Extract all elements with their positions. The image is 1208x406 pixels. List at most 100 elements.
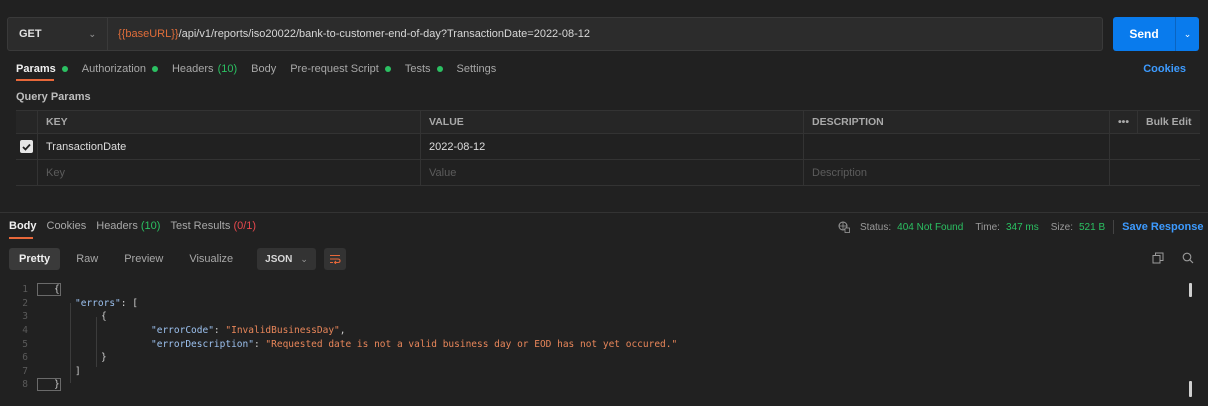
size-label: Size: — [1050, 221, 1073, 233]
json-string: "Requested date is not a valid business … — [265, 338, 678, 350]
checkmark-icon — [22, 143, 31, 151]
language-select[interactable]: JSON ⌄ — [257, 248, 316, 270]
url-input[interactable]: {{baseURL}}/api/v1/reports/iso20022/bank… — [108, 28, 590, 40]
tab-tests[interactable]: Tests — [405, 63, 443, 75]
new-value-input[interactable]: Value — [421, 160, 804, 185]
line-number: 7 — [22, 365, 28, 377]
format-visualize-button[interactable]: Visualize — [179, 248, 243, 270]
status-dot-icon — [436, 66, 443, 72]
tab-pre-request-script[interactable]: Pre-request Script — [290, 63, 391, 75]
body-actions — [1152, 252, 1194, 264]
code-line: 5 "errorDescription": "Requested date is … — [0, 337, 1208, 351]
method-select[interactable]: GET ⌄ — [8, 18, 108, 50]
request-tabs: Params Authorization Headers (10) Body Pr… — [16, 63, 496, 75]
param-value[interactable]: 2022-08-12 — [421, 134, 804, 159]
send-button[interactable]: Send ⌄ — [1113, 17, 1199, 51]
status-dot-icon — [61, 66, 68, 72]
new-description-input[interactable]: Description — [804, 160, 1110, 185]
search-icon[interactable] — [1182, 252, 1194, 264]
code-line: 2 "errors": [ — [0, 297, 1208, 311]
response-tab-test-results[interactable]: Test Results (0/1) — [170, 220, 256, 232]
tab-settings[interactable]: Settings — [457, 63, 497, 75]
header-value: VALUE — [421, 111, 804, 133]
code-text: { — [37, 283, 61, 297]
response-body-code[interactable]: 1{ 2 "errors": [ 3{ 4 "errorCode": "Invali… — [0, 283, 1208, 392]
code-text: , — [339, 325, 346, 337]
code-line: 4 "errorCode": "InvalidBusinessDay", — [0, 324, 1208, 338]
tab-pre-request-label: Pre-request Script — [290, 63, 379, 75]
method-label: GET — [19, 28, 42, 40]
row-checkbox-cell — [16, 134, 38, 159]
copy-icon[interactable] — [1152, 252, 1164, 264]
response-tab-headers[interactable]: Headers (10) — [96, 220, 160, 232]
globe-network-icon[interactable] — [838, 221, 850, 233]
send-label: Send — [1129, 27, 1159, 41]
code-line: 6} — [0, 351, 1208, 365]
save-response-button[interactable]: Save Response ⌄ — [1122, 221, 1208, 233]
url-variable: {{baseURL}} — [118, 28, 179, 40]
param-key[interactable]: TransactionDate — [38, 134, 421, 159]
params-table: KEY VALUE DESCRIPTION ••• Bulk Edit Tran… — [16, 110, 1200, 186]
test-results-count: (0/1) — [233, 220, 257, 232]
tab-params-label: Params — [16, 63, 56, 75]
language-label: JSON — [265, 253, 293, 265]
code-line: 7] — [0, 365, 1208, 379]
size-value[interactable]: 521 B — [1079, 222, 1105, 233]
line-number: 1 — [22, 284, 28, 296]
row-spacer — [1110, 134, 1200, 159]
status-value[interactable]: 404 Not Found — [897, 222, 963, 233]
line-number: 5 — [22, 338, 28, 350]
save-response-label: Save Response — [1122, 221, 1204, 233]
bulk-edit-button[interactable]: Bulk Edit — [1138, 111, 1200, 133]
tab-tests-label: Tests — [404, 63, 431, 75]
format-pretty-button[interactable]: Pretty — [9, 248, 61, 270]
time-value[interactable]: 347 ms — [1006, 222, 1039, 233]
header-checkbox-cell — [16, 111, 38, 133]
table-row-empty: Key Value Description — [16, 160, 1200, 186]
chevron-down-icon: ⌄ — [300, 253, 308, 264]
url-path: /api/v1/reports/iso20022/bank-to-custome… — [178, 28, 590, 40]
url-bar: GET ⌄ {{baseURL}}/api/v1/reports/iso2002… — [7, 17, 1103, 51]
section-divider[interactable] — [0, 212, 1208, 213]
row-spacer — [1110, 160, 1200, 185]
header-description: DESCRIPTION — [804, 111, 1110, 133]
response-headers-label: Headers — [96, 220, 138, 232]
tab-headers-label: Headers — [171, 63, 214, 75]
tab-authorization[interactable]: Authorization — [82, 63, 158, 75]
response-tab-body[interactable]: Body — [9, 220, 37, 232]
wrap-lines-icon — [329, 254, 341, 264]
scrollbar-thumb[interactable] — [1189, 283, 1192, 297]
line-number: 8 — [22, 379, 28, 391]
code-text: : — [253, 338, 266, 350]
wrap-lines-button[interactable] — [323, 248, 346, 270]
status-dot-icon — [151, 66, 158, 72]
response-tab-indicator — [9, 237, 33, 239]
param-description[interactable] — [804, 134, 1110, 159]
row-checkbox[interactable] — [20, 140, 33, 153]
format-preview-button[interactable]: Preview — [114, 248, 173, 270]
code-text: { — [101, 311, 107, 323]
code-line: 8} — [0, 378, 1208, 392]
tab-params[interactable]: Params — [16, 63, 68, 75]
table-row: TransactionDate 2022-08-12 — [16, 134, 1200, 160]
line-number: 4 — [22, 325, 28, 337]
time-label: Time: — [975, 221, 1000, 233]
tab-headers[interactable]: Headers (10) — [172, 63, 237, 75]
response-tab-cookies[interactable]: Cookies — [47, 220, 87, 232]
line-number: 6 — [22, 352, 28, 364]
send-options-chevron-icon[interactable]: ⌄ — [1176, 29, 1199, 40]
format-raw-button[interactable]: Raw — [66, 248, 108, 270]
new-key-input[interactable]: Key — [38, 160, 421, 185]
cookies-link[interactable]: Cookies — [1143, 63, 1186, 75]
body-toolbar: Pretty Raw Preview Visualize JSON ⌄ — [9, 248, 346, 270]
response-tabs: Body Cookies Headers (10) Test Results (… — [9, 220, 256, 232]
params-table-header: KEY VALUE DESCRIPTION ••• Bulk Edit — [16, 110, 1200, 134]
code-text: } — [37, 378, 61, 392]
status-label: Status: — [860, 221, 892, 233]
tab-body[interactable]: Body — [251, 63, 276, 75]
status-dot-icon — [384, 66, 391, 72]
chevron-down-icon: ⌄ — [88, 29, 96, 39]
scrollbar-thumb[interactable] — [1189, 381, 1192, 397]
code-text: : [ — [120, 297, 138, 309]
more-options-icon[interactable]: ••• — [1110, 111, 1138, 133]
